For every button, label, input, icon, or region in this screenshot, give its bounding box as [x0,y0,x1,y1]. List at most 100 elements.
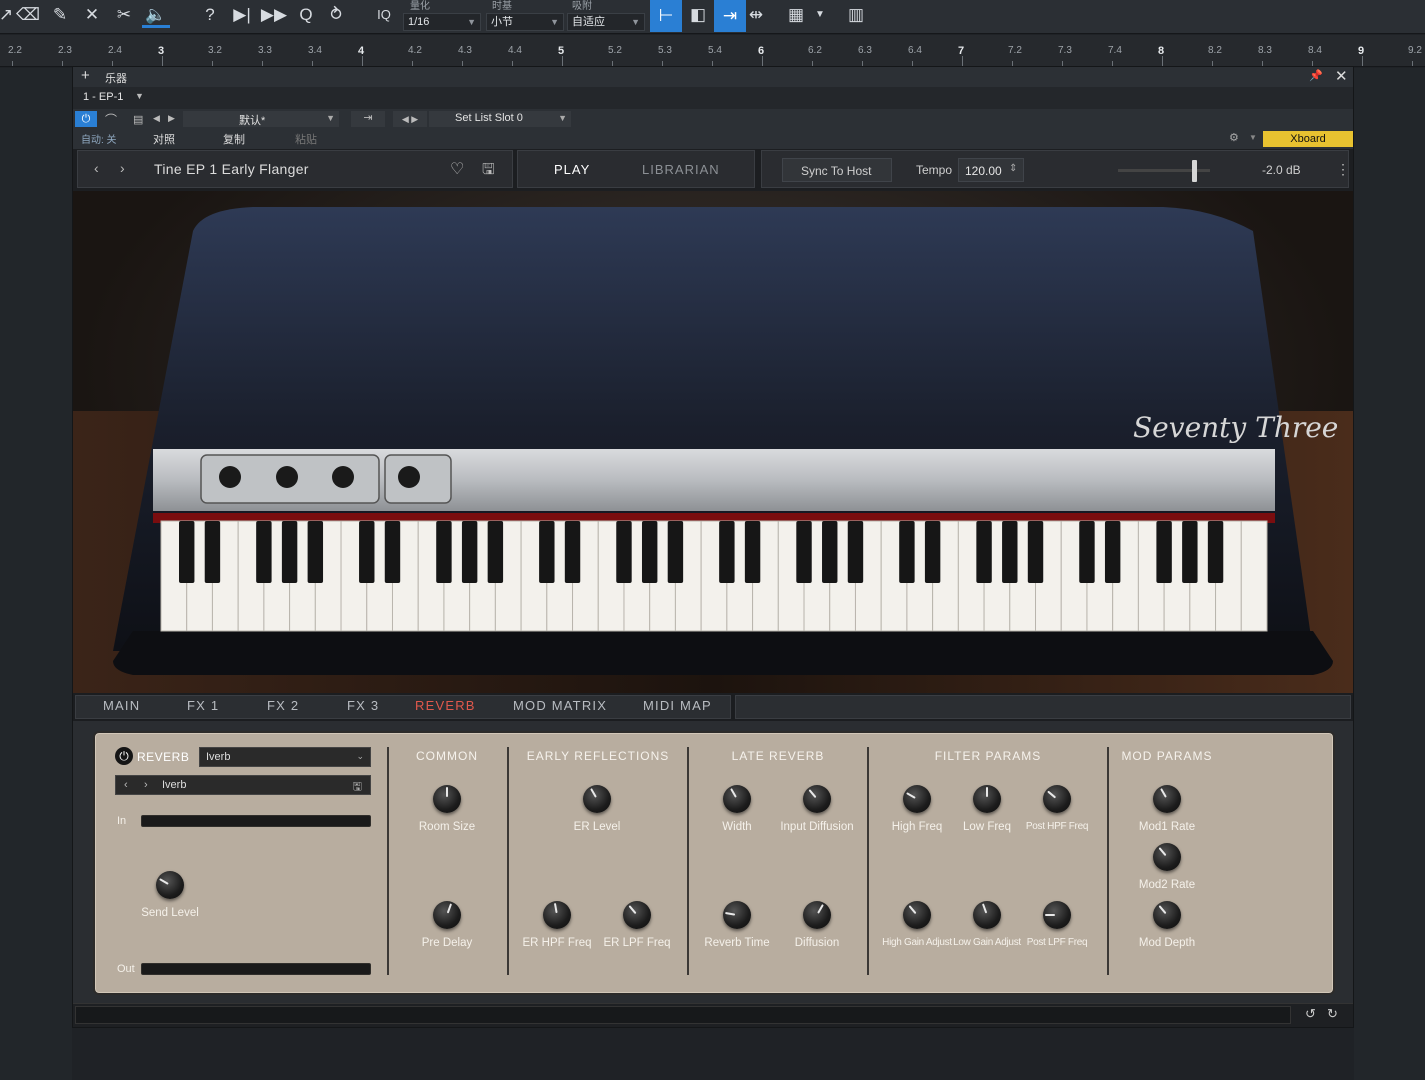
step-forward-icon[interactable]: ▶| [228,2,256,28]
help-icon[interactable]: ? [196,2,224,28]
add-icon[interactable]: + [81,67,90,84]
reverb-type-select[interactable]: Iverb ⌄ [199,747,371,767]
knob-icon[interactable] [1153,843,1181,871]
listen-tool-icon[interactable]: 🔈 [142,2,170,28]
tempo-field[interactable]: 120.00 ⇕ [958,158,1024,182]
tab-fx1[interactable]: FX 1 [187,698,219,713]
snap-to-grid-icon[interactable]: ⊢ [650,0,682,32]
automation-icon[interactable]: ⌒ [105,111,117,128]
preset-next-icon[interactable]: ▶ [168,113,175,124]
tab-reverb[interactable]: REVERB [415,698,476,713]
knob-icon[interactable] [803,785,831,813]
next-preset-icon[interactable]: › [120,160,125,176]
mod-depth-knob[interactable]: Mod Depth [1122,901,1212,957]
librarian-tab[interactable]: LIBRARIAN [642,162,720,177]
knob-icon[interactable] [1153,901,1181,929]
preset-title[interactable]: Tine EP 1 Early Flanger [154,161,309,177]
knob-icon[interactable] [156,871,184,899]
save-icon[interactable]: 🖫 [482,159,495,184]
pre-delay-knob[interactable]: Pre Delay [402,901,492,957]
knob-icon[interactable] [1043,901,1071,929]
snap-select[interactable]: 自适应 ▼ [567,13,645,31]
chevron-down-icon[interactable]: ▼ [806,2,834,28]
setlist-select[interactable]: Set List Slot 0 ▼ [429,111,571,127]
mute-tool-icon[interactable]: ✕ [78,2,106,28]
knob-icon[interactable] [1153,785,1181,813]
knob-icon[interactable] [973,901,1001,929]
eraser-tool-icon[interactable]: ⌫ [14,2,42,28]
room-size-knob[interactable]: Room Size [402,785,492,841]
knob-icon[interactable] [583,785,611,813]
knob-icon[interactable] [433,901,461,929]
knob-icon[interactable] [723,785,751,813]
preset-file-icon[interactable]: ▤ [133,113,143,126]
power-icon[interactable]: ⏻ [75,111,97,127]
pin-icon[interactable]: 📌 [1309,69,1323,82]
er-lpf-freq-knob[interactable]: ER LPF Freq [592,901,682,957]
diffusion-knob[interactable]: Diffusion [772,901,862,957]
iq-button[interactable]: IQ [370,2,398,28]
er-hpf-freq-knob[interactable]: ER HPF Freq [512,901,602,957]
chevron-down-icon[interactable]: ▼ [135,91,144,101]
more-menu-icon[interactable]: ⋮ [1336,161,1350,178]
mod1-rate-knob[interactable]: Mod1 Rate [1122,785,1212,841]
preset-prev-icon[interactable]: ◀ [153,113,160,124]
step-next-icon[interactable]: ▶▶ [260,2,288,28]
knob-icon[interactable] [903,901,931,929]
chevron-down-icon[interactable]: ▼ [1249,133,1257,142]
preset-select[interactable]: 默认* ▼ [183,111,339,127]
tab-mod-matrix[interactable]: MOD MATRIX [513,698,607,713]
redo-icon[interactable]: ↻ [1327,1006,1338,1022]
width-knob[interactable]: Width [692,785,782,841]
knob-icon[interactable] [433,785,461,813]
undo-icon[interactable]: ↺ [1305,1006,1316,1022]
timebase-select[interactable]: 小节 ▼ [486,13,564,31]
knob-icon[interactable] [623,901,651,929]
knob-icon[interactable] [903,785,931,813]
snap-event-icon[interactable]: ◧ [684,2,712,28]
reverb-time-knob[interactable]: Reverb Time [692,901,782,957]
input-diffusion-knob[interactable]: Input Diffusion [772,785,862,841]
xboard-button[interactable]: Xboard [1263,131,1353,147]
tab-midi-map[interactable]: MIDI MAP [643,698,712,713]
film-icon[interactable]: ▥ [842,2,870,28]
er-level-knob[interactable]: ER Level [552,785,642,841]
play-tab[interactable]: PLAY [554,162,590,177]
send-level-knob[interactable]: Send Level [125,871,215,927]
pencil-tool-icon[interactable]: ✎ [46,2,74,28]
knob-icon[interactable] [723,901,751,929]
mod2-rate-knob[interactable]: Mod2 Rate [1122,843,1212,899]
knob-icon[interactable] [973,785,1001,813]
volume-slider[interactable] [1118,160,1210,182]
setlist-nav[interactable]: ◀ ▶ [393,111,427,127]
post-hpf-freq-knob[interactable]: Post HPF Freq [1012,785,1102,841]
tab-main[interactable]: MAIN [103,698,140,713]
quantize-select[interactable]: 1/16 ▼ [403,13,481,31]
copy-button[interactable]: 复制 [223,131,245,147]
close-icon[interactable]: ✕ [1335,67,1348,85]
knob-icon[interactable] [1043,785,1071,813]
send-to-icon[interactable]: ⇥ [351,111,385,127]
loop-icon[interactable]: ⥁ [322,2,350,28]
tab-fx2[interactable]: FX 2 [267,698,299,713]
reverb-power-icon[interactable]: ⏻ [115,747,133,765]
sync-to-host-button[interactable]: Sync To Host [782,158,892,182]
snap-split-icon[interactable]: ⇹ [742,2,770,28]
knob-icon[interactable] [803,901,831,929]
next-icon[interactable]: › [144,779,148,791]
tab-fx3[interactable]: FX 3 [347,698,379,713]
zoom-icon[interactable]: Q [292,2,320,28]
knob-icon[interactable] [543,901,571,929]
auto-label[interactable]: 自动: 关 [81,131,117,146]
save-icon[interactable]: 🖫 [353,778,362,797]
gear-icon[interactable]: ⚙ [1229,131,1239,144]
track-name[interactable]: 1 - EP-1 [83,91,123,103]
post-lpf-freq-knob[interactable]: Post LPF Freq [1012,901,1102,957]
prev-icon[interactable]: ‹ [124,779,128,791]
prev-preset-icon[interactable]: ‹ [94,160,99,176]
timeline-ruler[interactable]: 2.2 2.3 2.4 3 3.2 3.3 3.4 4 4.2 4.3 4.4 5 5.2 5.3 5.4 6… [0,35,1425,67]
volume-slider-handle[interactable] [1192,160,1198,182]
compare-button[interactable]: 对照 [153,131,175,147]
heart-icon[interactable]: ♡ [450,159,464,179]
reverb-preset-bar[interactable]: ‹ › Iverb 🖫 [115,775,371,795]
